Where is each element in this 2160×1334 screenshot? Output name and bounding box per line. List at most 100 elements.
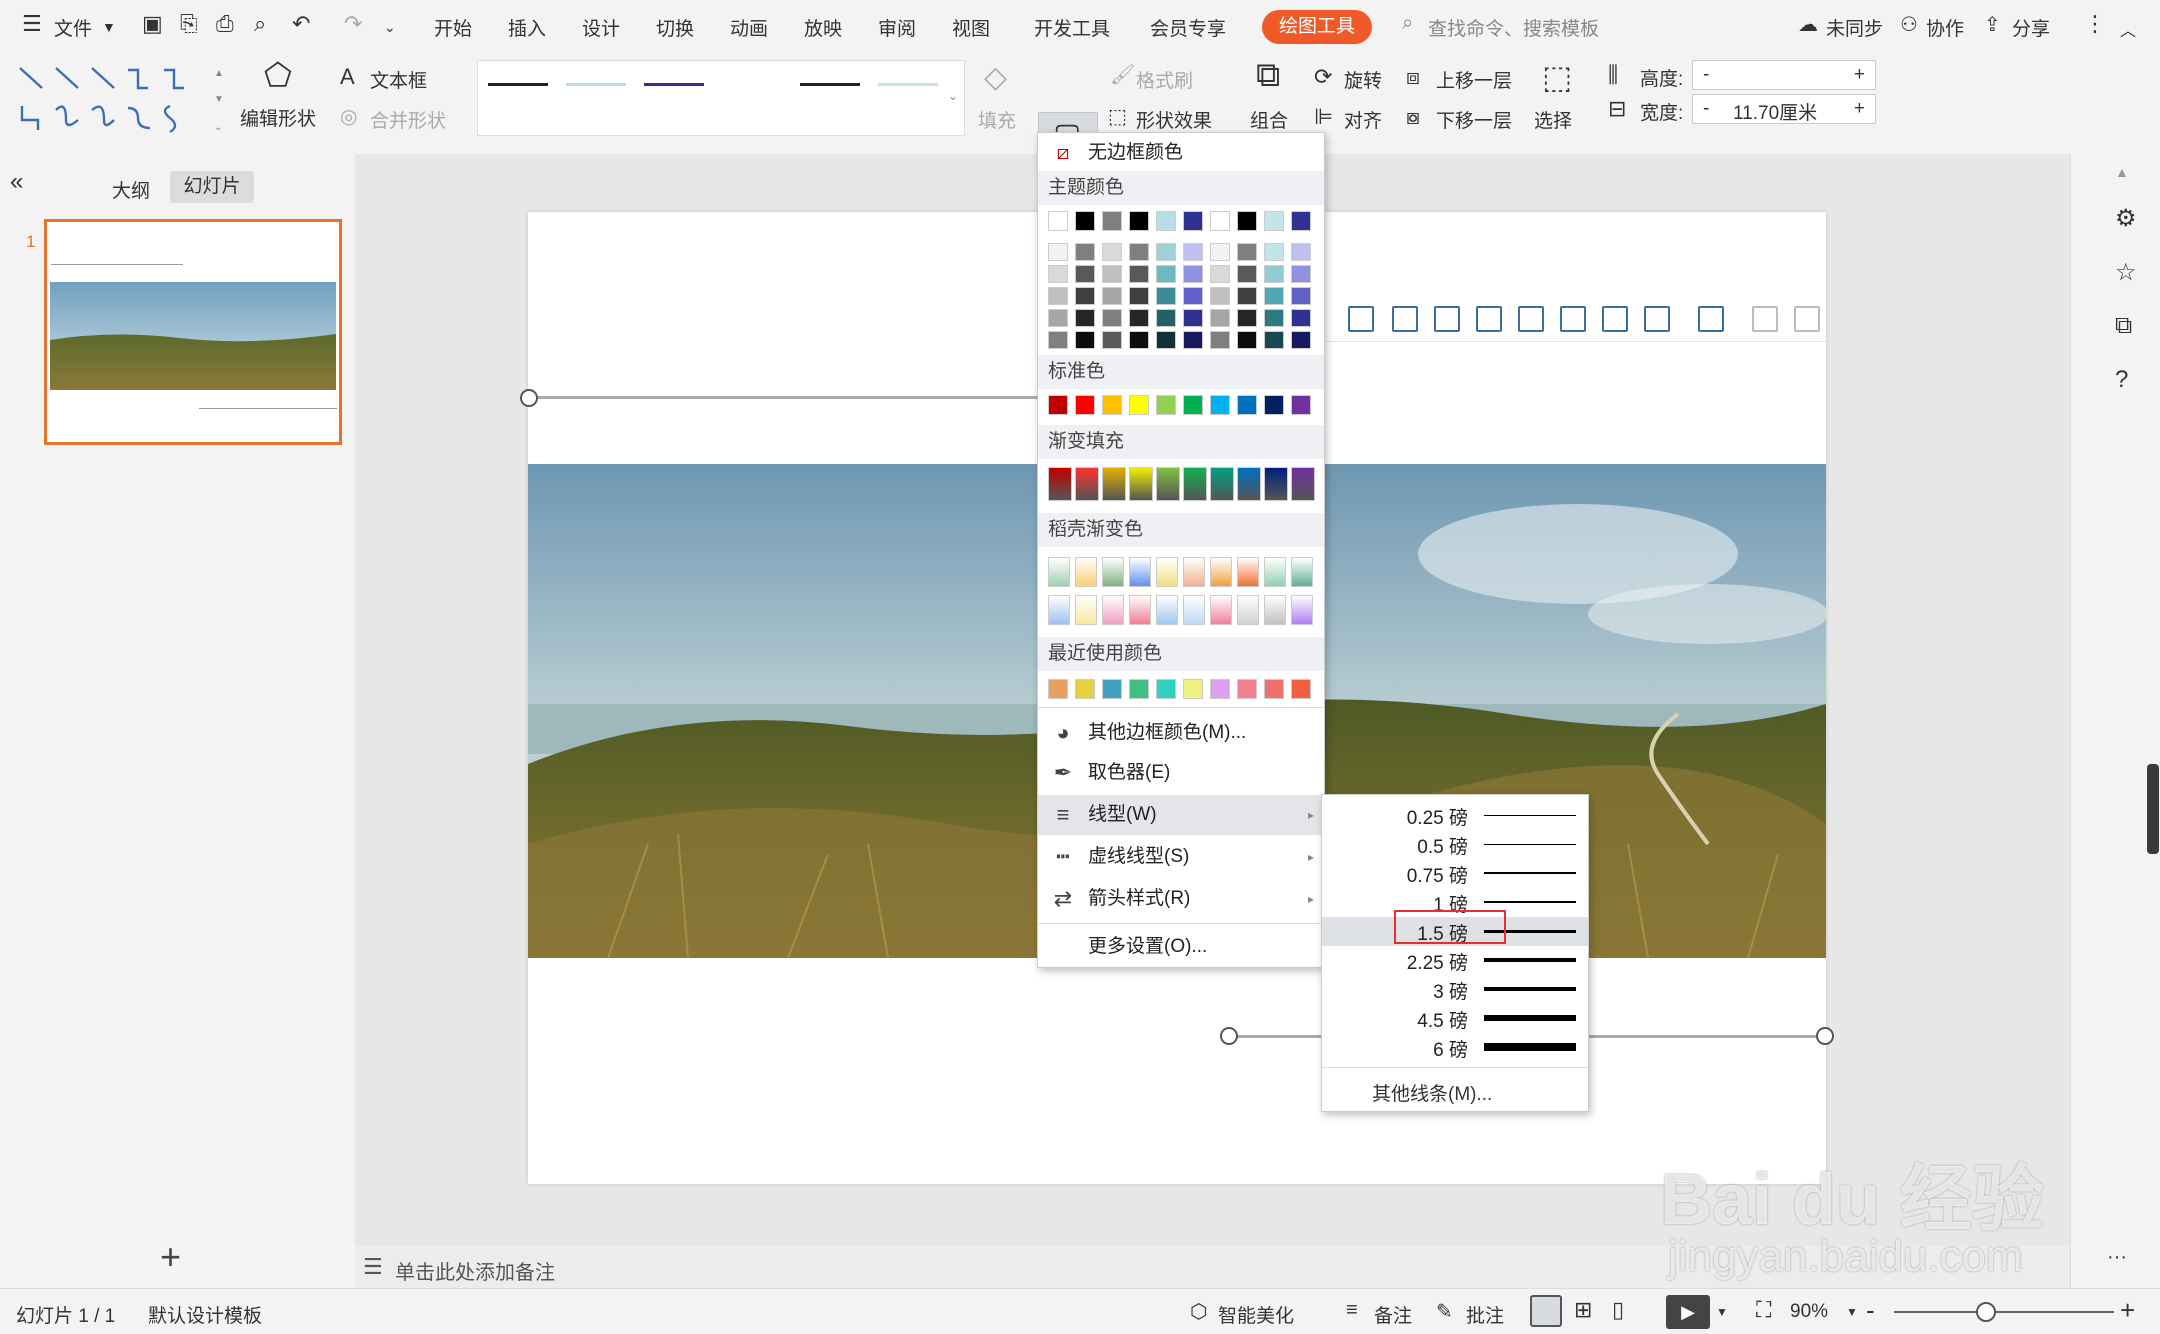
daoke-gradient-swatch[interactable] xyxy=(1237,557,1259,587)
recent-color-swatch[interactable] xyxy=(1237,679,1257,699)
theme-shade-swatch[interactable] xyxy=(1291,331,1311,349)
export-icon[interactable]: ⎘ xyxy=(180,11,198,37)
theme-shade-swatch[interactable] xyxy=(1237,287,1257,305)
group-button[interactable]: 组合 xyxy=(1250,106,1288,133)
theme-shade-swatch[interactable] xyxy=(1102,309,1122,327)
standard-color-swatch[interactable] xyxy=(1291,395,1311,415)
recent-color-swatch[interactable] xyxy=(1075,679,1095,699)
standard-color-swatch[interactable] xyxy=(1048,395,1068,415)
chevron-down-icon[interactable]: ▼ xyxy=(102,19,116,35)
theme-shade-swatch[interactable] xyxy=(1291,265,1311,283)
daoke-gradient-swatch[interactable] xyxy=(1075,595,1097,625)
collapse-ribbon-icon[interactable]: ︿ xyxy=(2120,17,2136,41)
play-dropdown-icon[interactable]: ▼ xyxy=(1716,1305,1728,1319)
crop-icon[interactable] xyxy=(1644,306,1670,332)
line-style-item[interactable]: ≡ 线型(W) ▸ xyxy=(1038,795,1324,835)
theme-shade-swatch[interactable] xyxy=(1291,287,1311,305)
zoom-out-button[interactable]: - xyxy=(1866,1295,1875,1326)
tab-review[interactable]: 审阅 xyxy=(878,14,916,41)
daoke-gradient-swatch[interactable] xyxy=(1048,595,1070,625)
width-minus-button[interactable]: - xyxy=(1703,98,1709,120)
gradient-fill-swatch[interactable] xyxy=(1048,467,1072,501)
theme-shade-swatch[interactable] xyxy=(1264,265,1284,283)
line-style-swatch[interactable] xyxy=(800,83,860,86)
more-lines-item[interactable]: 其他线条(M)... xyxy=(1372,1079,1492,1106)
zoom-level[interactable]: 90% xyxy=(1790,1301,1828,1323)
reading-view-icon[interactable]: ▯ xyxy=(1612,1297,1624,1323)
tab-design[interactable]: 设计 xyxy=(582,14,620,41)
theme-shade-swatch[interactable] xyxy=(1075,287,1095,305)
theme-color-swatch[interactable] xyxy=(1075,211,1095,231)
normal-view-icon[interactable] xyxy=(1530,1295,1562,1327)
search-input[interactable]: 查找命令、搜索模板 xyxy=(1428,14,1599,41)
beautify-button[interactable]: 智能美化 xyxy=(1218,1301,1294,1328)
theme-shade-swatch[interactable] xyxy=(1210,331,1230,349)
select-button[interactable]: 选择 xyxy=(1534,106,1572,133)
tab-insert[interactable]: 插入 xyxy=(508,14,546,41)
line-weight-option[interactable]: 0.75 磅 xyxy=(1322,859,1588,888)
theme-shade-swatch[interactable] xyxy=(1048,309,1068,327)
help-icon[interactable]: ? xyxy=(2115,366,2128,394)
line-weight-option[interactable]: 6 磅 xyxy=(1322,1033,1588,1062)
theme-shade-swatch[interactable] xyxy=(1237,243,1257,261)
theme-shade-swatch[interactable] xyxy=(1048,331,1068,349)
hamburger-icon[interactable]: ☰ xyxy=(22,11,42,37)
theme-color-swatch[interactable] xyxy=(1291,211,1311,231)
play-icon[interactable]: ▶ xyxy=(1666,1295,1710,1329)
theme-shade-swatch[interactable] xyxy=(1183,265,1203,283)
daoke-gradient-swatch[interactable] xyxy=(1129,595,1151,625)
redo-icon[interactable]: ↷ xyxy=(344,11,362,37)
scroll-up-icon[interactable]: ▲ xyxy=(2115,164,2129,180)
share-button[interactable]: 分享 xyxy=(2012,14,2050,41)
line-style-swatch[interactable] xyxy=(566,83,626,86)
theme-shade-swatch[interactable] xyxy=(1102,243,1122,261)
eyedropper-item[interactable]: ✒ 取色器(E) xyxy=(1038,753,1324,793)
template-name[interactable]: 默认设计模板 xyxy=(148,1301,262,1328)
theme-shade-swatch[interactable] xyxy=(1156,331,1176,349)
align-center-icon[interactable] xyxy=(1518,306,1544,332)
recent-color-swatch[interactable] xyxy=(1210,679,1230,699)
theme-shade-swatch[interactable] xyxy=(1264,243,1284,261)
star-icon[interactable]: ☆ xyxy=(2115,258,2137,287)
theme-shade-swatch[interactable] xyxy=(1237,265,1257,283)
theme-shade-swatch[interactable] xyxy=(1102,265,1122,283)
bulb-icon[interactable] xyxy=(1752,306,1778,332)
theme-shade-swatch[interactable] xyxy=(1156,265,1176,283)
theme-shade-swatch[interactable] xyxy=(1183,243,1203,261)
theme-shade-swatch[interactable] xyxy=(1156,287,1176,305)
daoke-gradient-swatch[interactable] xyxy=(1156,557,1178,587)
recent-color-swatch[interactable] xyxy=(1264,679,1284,699)
line-weight-option[interactable]: 4.5 磅 xyxy=(1322,1004,1588,1033)
theme-shade-swatch[interactable] xyxy=(1210,309,1230,327)
rotate-button[interactable]: 旋转 xyxy=(1344,66,1382,93)
fill-button[interactable]: 填充 xyxy=(978,106,1016,133)
recent-color-swatch[interactable] xyxy=(1048,679,1068,699)
theme-color-swatch[interactable] xyxy=(1156,211,1176,231)
more-icon[interactable]: ··· xyxy=(2107,1246,2127,1269)
theme-color-swatch[interactable] xyxy=(1129,211,1149,231)
theme-shade-swatch[interactable] xyxy=(1264,287,1284,305)
save-icon[interactable]: ▣ xyxy=(142,11,163,37)
theme-shade-swatch[interactable] xyxy=(1183,309,1203,327)
theme-color-swatch[interactable] xyxy=(1210,211,1230,231)
tab-animation[interactable]: 动画 xyxy=(730,14,768,41)
theme-shade-swatch[interactable] xyxy=(1075,331,1095,349)
width-value[interactable]: 11.70厘米 xyxy=(1733,98,1817,125)
tab-slideshow[interactable]: 放映 xyxy=(804,14,842,41)
daoke-gradient-swatch[interactable] xyxy=(1183,557,1205,587)
gradient-fill-swatch[interactable] xyxy=(1291,467,1315,501)
theme-shade-swatch[interactable] xyxy=(1264,331,1284,349)
edit-shape-button[interactable]: 编辑形状 xyxy=(240,104,316,131)
standard-color-swatch[interactable] xyxy=(1075,395,1095,415)
merge-shape-button[interactable]: 合并形状 xyxy=(370,106,446,133)
theme-shade-swatch[interactable] xyxy=(1048,287,1068,305)
line-style-gallery[interactable]: ⌄ xyxy=(477,60,965,136)
theme-shade-swatch[interactable] xyxy=(1237,331,1257,349)
daoke-gradient-swatch[interactable] xyxy=(1210,557,1232,587)
theme-shade-swatch[interactable] xyxy=(1075,309,1095,327)
gradient-fill-swatch[interactable] xyxy=(1129,467,1153,501)
line-style-swatch[interactable] xyxy=(878,83,938,86)
gradient-fill-swatch[interactable] xyxy=(1183,467,1207,501)
theme-shade-swatch[interactable] xyxy=(1183,287,1203,305)
theme-shade-swatch[interactable] xyxy=(1291,309,1311,327)
